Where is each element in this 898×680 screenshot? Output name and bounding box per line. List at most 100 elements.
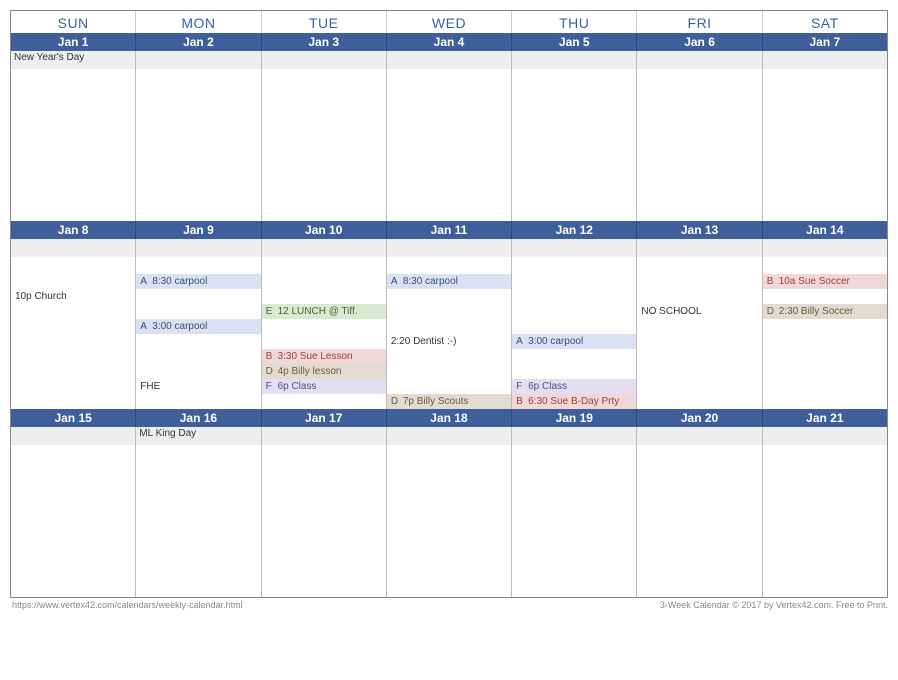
event-text: 10p Church [15,291,133,302]
holiday-slot [637,427,761,445]
event-D: D2:30 Billy Soccer [763,304,887,319]
day-cell[interactable] [11,427,136,597]
day-cell[interactable] [136,51,261,221]
event-empty [763,176,887,191]
event-empty [637,274,761,289]
event-empty [387,116,511,131]
event-empty [11,86,135,101]
event-empty [512,101,636,116]
event-plain: FHE [136,379,260,394]
event-B: B6:30 Sue B-Day Prty [512,394,636,409]
event-empty [262,477,386,492]
event-empty [637,191,761,206]
holiday-slot: ML King Day [136,427,260,445]
day-cell[interactable]: New Year's Day [11,51,136,221]
day-cell[interactable]: A3:00 carpoolF6p ClassB6:30 Sue B-Day Pr… [512,239,637,409]
holiday-slot [637,51,761,69]
event-empty [763,462,887,477]
day-cell[interactable] [262,51,387,221]
event-area [136,445,260,597]
day-cell[interactable]: B10a Sue SoccerD2:30 Billy Soccer [763,239,887,409]
footer-left: https://www.vertex42.com/calendars/weekl… [12,600,243,610]
day-cell[interactable] [387,51,512,221]
event-B: B3:30 Sue Lesson [262,349,386,364]
event-empty [763,349,887,364]
event-empty [512,259,636,274]
date-cell: Jan 10 [262,221,387,239]
date-cell: Jan 7 [763,33,887,51]
holiday-slot [512,51,636,69]
event-empty [512,349,636,364]
event-empty [512,582,636,597]
day-cell[interactable]: A8:30 carpoolA3:00 carpoolFHE [136,239,261,409]
event-area [11,69,135,221]
event-empty [136,492,260,507]
event-text: NO SCHOOL [641,306,759,317]
day-cell[interactable]: ML King Day [136,427,261,597]
event-empty [387,146,511,161]
event-empty [11,304,135,319]
event-empty [11,582,135,597]
day-cell[interactable] [262,427,387,597]
event-empty [262,161,386,176]
event-tag: A [140,276,152,287]
event-plain: 10p Church [11,289,135,304]
event-empty [763,146,887,161]
event-empty [512,289,636,304]
event-empty [262,86,386,101]
event-empty [763,379,887,394]
event-empty [387,364,511,379]
holiday-slot [11,239,135,257]
event-text: 3:00 carpool [152,321,258,332]
event-empty [637,71,761,86]
event-empty [637,349,761,364]
event-area: 10p Church [11,257,135,409]
event-empty [763,319,887,334]
event-empty [763,131,887,146]
event-tag: D [767,306,779,317]
event-empty [512,71,636,86]
event-empty [11,131,135,146]
event-empty [512,304,636,319]
event-text: 3:00 carpool [528,336,634,347]
event-A: A3:00 carpool [512,334,636,349]
event-empty [637,131,761,146]
calendar: SUNMONTUEWEDTHUFRISAT Jan 1Jan 2Jan 3Jan… [10,10,888,598]
week-body: 10p ChurchA8:30 carpoolA3:00 carpoolFHEE… [11,239,887,409]
day-cell[interactable] [637,51,762,221]
event-empty [136,462,260,477]
day-cell[interactable] [763,427,887,597]
date-cell: Jan 4 [387,33,512,51]
day-cell[interactable] [387,427,512,597]
dow-mon: MON [136,11,261,33]
day-cell[interactable]: NO SCHOOL [637,239,762,409]
event-area [262,445,386,597]
day-cell[interactable] [763,51,887,221]
event-empty [763,86,887,101]
event-tag: D [266,366,278,377]
event-empty [512,507,636,522]
event-empty [637,319,761,334]
event-area: A8:30 carpool2:20 Dentist :-)D7p Billy S… [387,257,511,409]
day-cell[interactable]: 10p Church [11,239,136,409]
day-cell[interactable] [512,427,637,597]
event-empty [136,116,260,131]
event-empty [637,447,761,462]
event-empty [387,522,511,537]
event-area [512,445,636,597]
event-empty [11,364,135,379]
event-empty [763,522,887,537]
date-cell: Jan 8 [11,221,136,239]
day-cell[interactable]: E12 LUNCH @ Tiff.B3:30 Sue LessonD4p Bil… [262,239,387,409]
day-cell[interactable]: A8:30 carpool2:20 Dentist :-)D7p Billy S… [387,239,512,409]
event-empty [512,522,636,537]
event-area [387,445,511,597]
event-empty [512,477,636,492]
date-cell: Jan 14 [763,221,887,239]
day-cell[interactable] [512,51,637,221]
event-empty [387,507,511,522]
event-area: E12 LUNCH @ Tiff.B3:30 Sue LessonD4p Bil… [262,257,386,409]
day-cell[interactable] [637,427,762,597]
event-empty [637,567,761,582]
event-empty [387,86,511,101]
